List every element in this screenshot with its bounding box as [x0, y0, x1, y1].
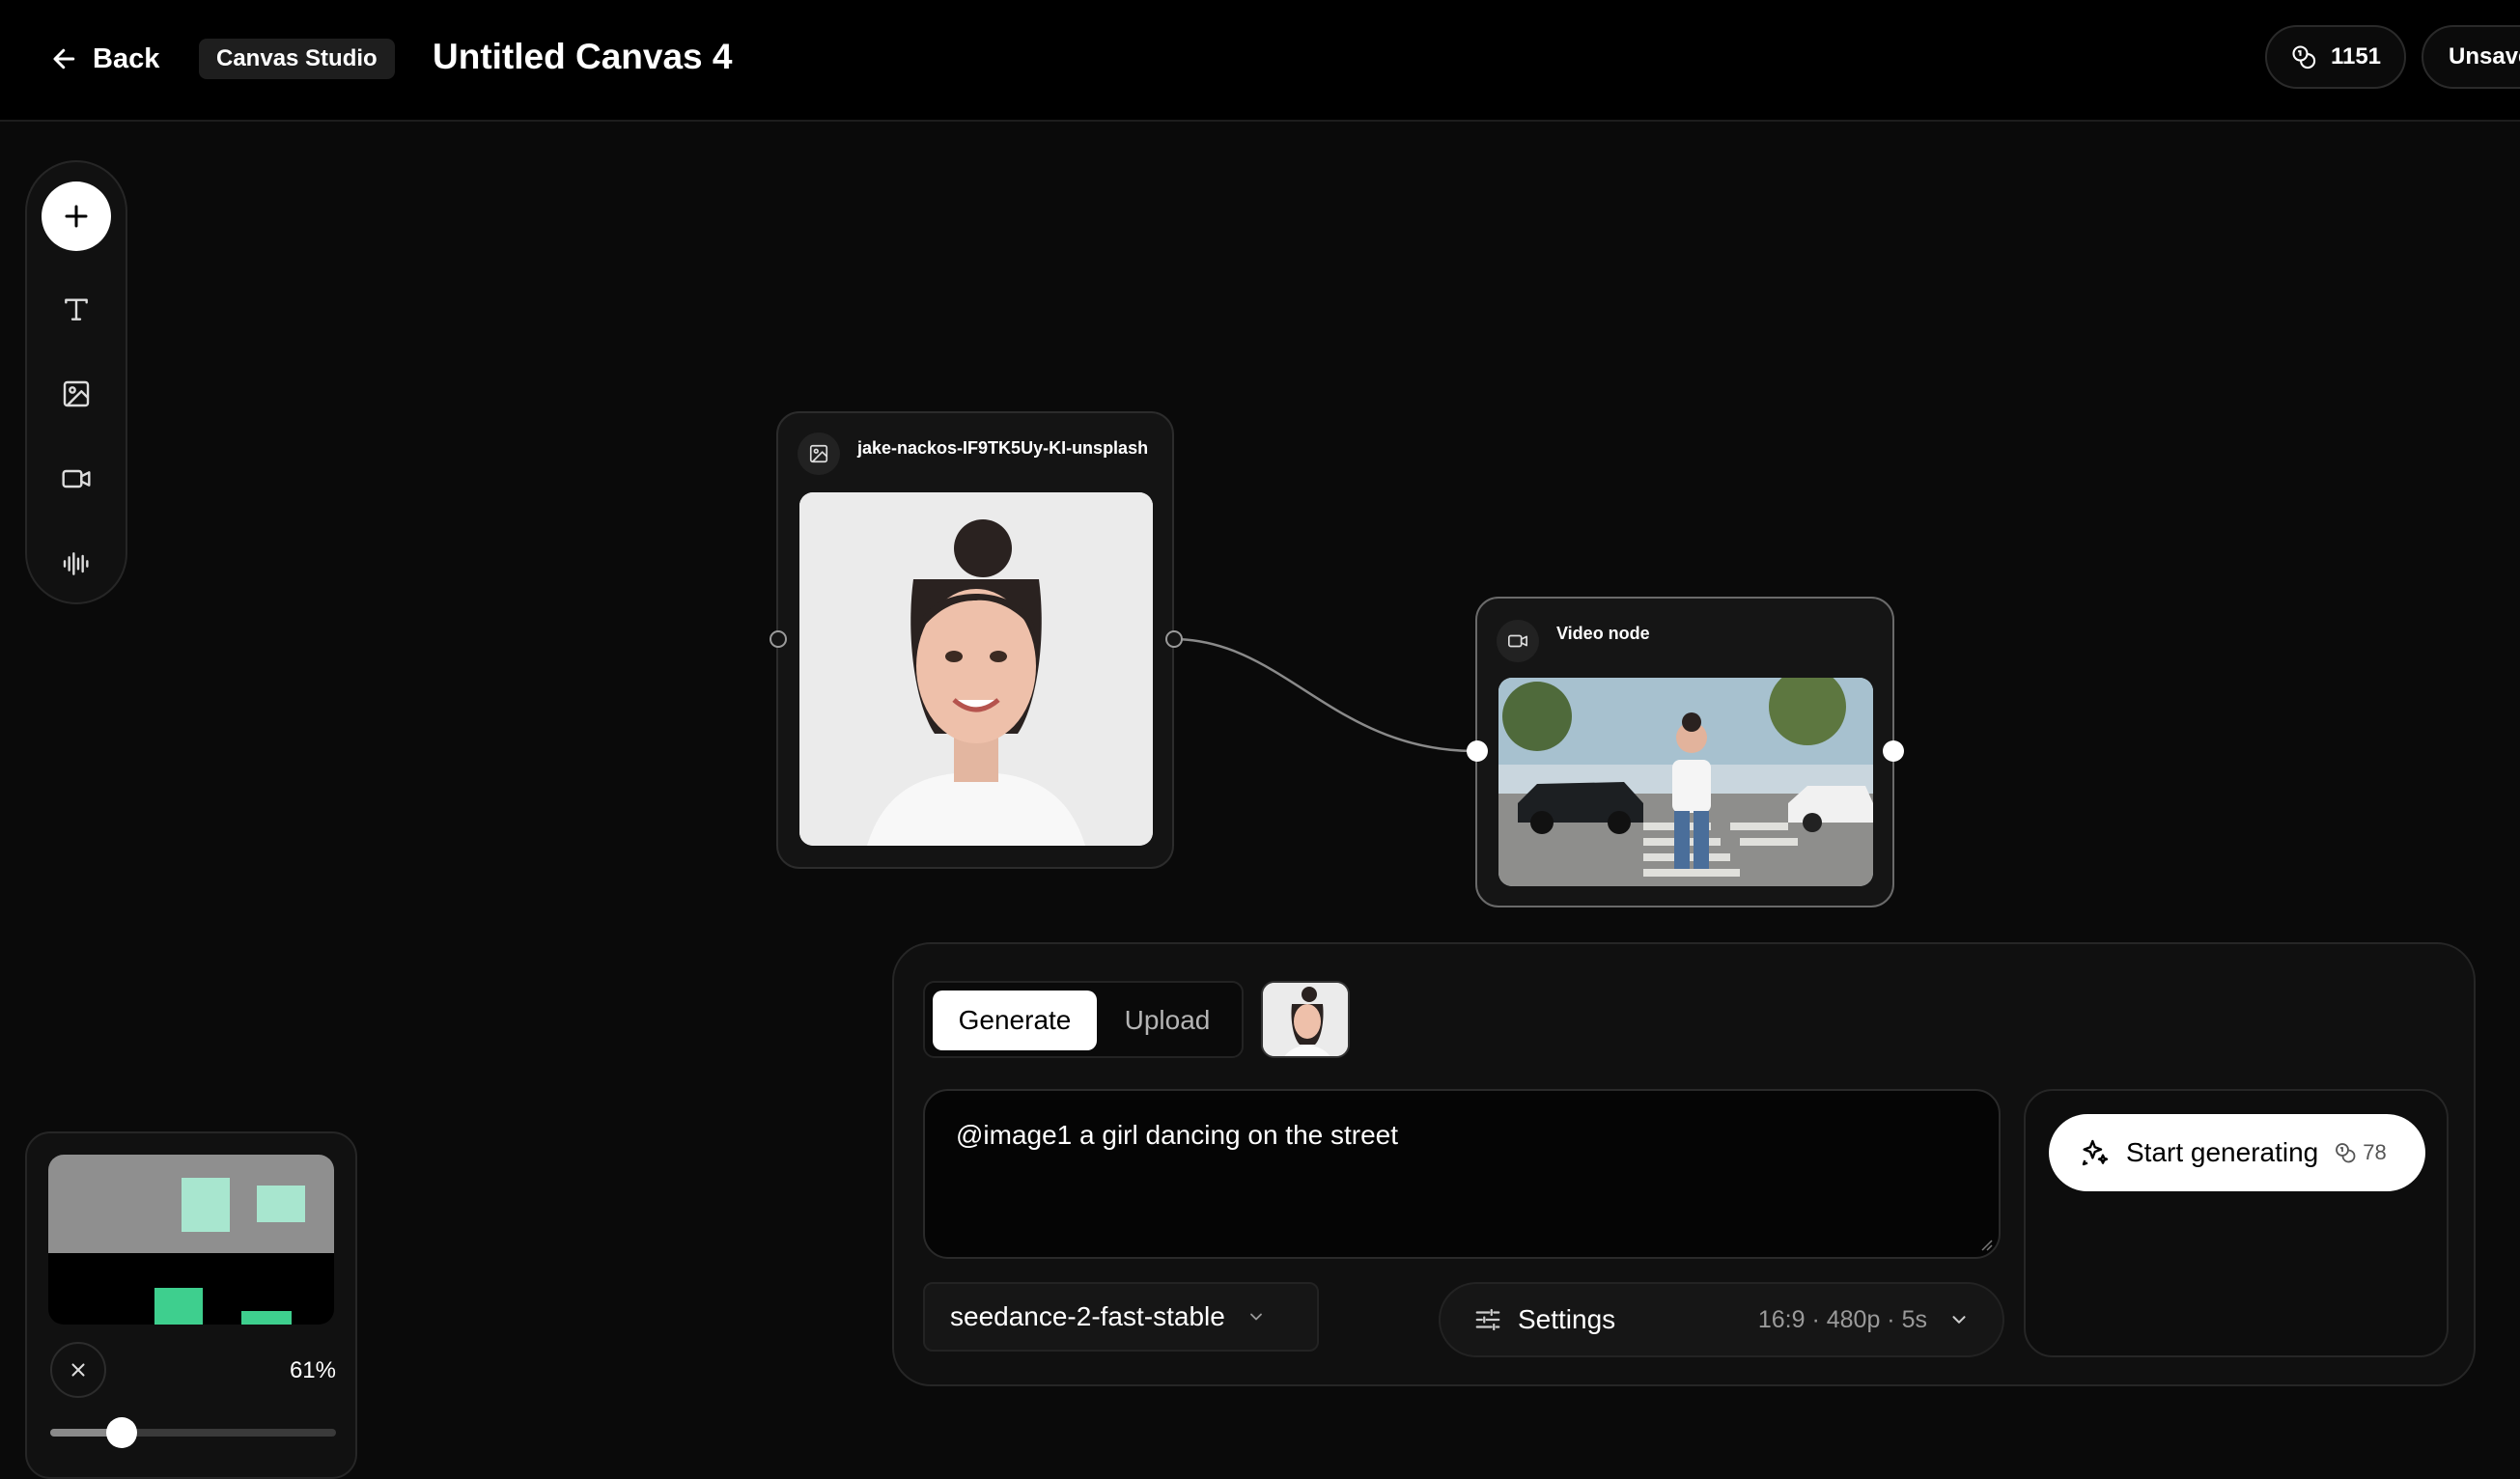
portrait-illustration	[799, 492, 1153, 846]
minimap-close-button[interactable]	[50, 1342, 106, 1398]
image-node-output-handle[interactable]	[1165, 630, 1183, 648]
image-icon	[809, 444, 828, 463]
street-scene-illustration	[1498, 678, 1873, 886]
mode-switch: Generate Upload	[923, 981, 1244, 1058]
sliders-icon	[1475, 1308, 1500, 1331]
reference-image-thumbnail[interactable]	[1261, 981, 1350, 1058]
video-node-output-handle[interactable]	[1883, 740, 1904, 762]
prompt-text: @image1 a girl dancing on the street	[956, 1120, 1399, 1150]
minimap-node	[257, 1186, 305, 1222]
tab-generate[interactable]: Generate	[933, 991, 1097, 1050]
chevron-down-icon	[1249, 1313, 1262, 1321]
minimap-node	[154, 1288, 203, 1325]
settings-button[interactable]: Settings 16:9 · 480p · 5s	[1439, 1282, 2004, 1357]
image-node-title: jake-nackos-IF9TK5Uy-KI-unsplash	[857, 438, 1149, 458]
generate-action-area: Start generating 78	[2024, 1089, 2449, 1357]
video-node-input-handle[interactable]	[1467, 740, 1488, 762]
resize-grip-icon	[1981, 1240, 1993, 1251]
sparkles-icon	[2082, 1139, 2109, 1166]
minimap-node	[241, 1311, 292, 1325]
prompt-textarea[interactable]: @image1 a girl dancing on the street	[923, 1089, 2001, 1259]
video-icon	[1508, 634, 1527, 648]
generate-panel: Generate Upload @image1 a girl dancing o…	[892, 942, 2476, 1386]
tab-upload[interactable]: Upload	[1097, 991, 1238, 1050]
image-node[interactable]: jake-nackos-IF9TK5Uy-KI-unsplash	[776, 411, 1174, 869]
start-generating-button[interactable]: Start generating 78	[2049, 1114, 2425, 1191]
model-select[interactable]: seedance-2-fast-stable	[923, 1282, 1319, 1352]
generation-cost: 78	[2363, 1140, 2387, 1164]
settings-summary: 16:9 · 480p · 5s	[1757, 1305, 1927, 1333]
zoom-level: 61%	[289, 1357, 336, 1383]
zoom-slider[interactable]	[50, 1417, 336, 1448]
video-node[interactable]: Video node	[1475, 597, 1894, 907]
video-node-icon-wrap	[1497, 620, 1539, 662]
model-select-value: seedance-2-fast-stable	[950, 1301, 1225, 1331]
minimap-node	[182, 1178, 230, 1232]
reference-portrait	[1263, 983, 1348, 1056]
minimap-panel: 61%	[25, 1131, 357, 1479]
minimap-viewport[interactable]	[48, 1155, 334, 1325]
portrait-image	[799, 492, 1153, 846]
video-thumbnail	[1498, 678, 1873, 886]
video-node-title: Video node	[1556, 624, 1650, 643]
image-node-input-handle[interactable]	[770, 630, 787, 648]
image-node-icon-wrap	[798, 433, 840, 475]
settings-label: Settings	[1518, 1304, 1616, 1334]
chevron-down-icon	[1952, 1316, 1966, 1324]
coins-icon	[2336, 1143, 2356, 1163]
start-generating-label: Start generating	[2126, 1137, 2319, 1167]
close-icon	[71, 1363, 85, 1377]
zoom-slider-handle[interactable]	[106, 1417, 137, 1448]
